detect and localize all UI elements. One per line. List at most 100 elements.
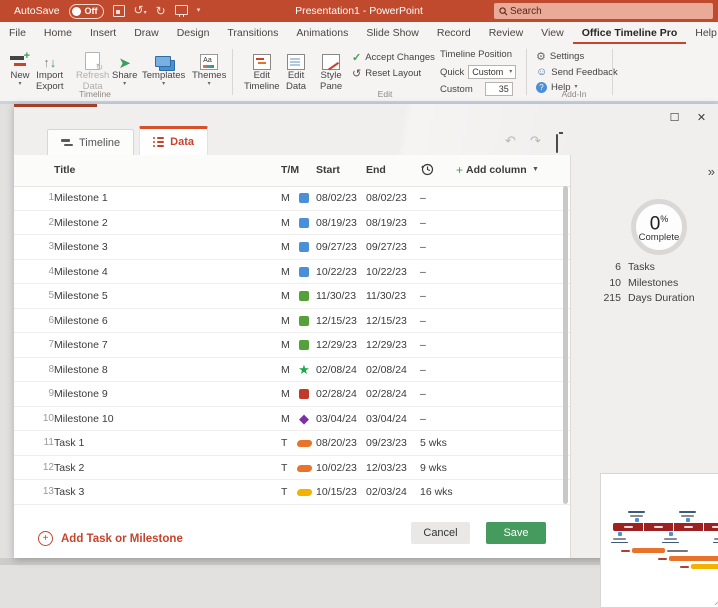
preview-milestone-marker xyxy=(635,518,639,522)
dialog-footer: + Add Task or Milestone Cancel Save xyxy=(14,515,570,558)
ribbon-tab-record[interactable]: Record xyxy=(428,23,480,44)
table-row[interactable]: 4Milestone 4M10/22/2310/22/23– xyxy=(14,260,570,285)
tab-data[interactable]: Data xyxy=(139,126,208,155)
ribbon-tab-transitions[interactable]: Transitions xyxy=(218,23,287,44)
autosave-toggle[interactable]: Off xyxy=(69,4,104,19)
themes-button[interactable]: Aa Themes▾ xyxy=(192,48,226,87)
save-icon[interactable] xyxy=(113,5,125,17)
clipboard-icon[interactable] xyxy=(556,134,558,153)
autosave-state: Off xyxy=(85,6,98,16)
row-type: M xyxy=(281,217,290,229)
table-row[interactable]: 8Milestone 8M★02/08/2402/08/24– xyxy=(14,358,570,383)
smiley-icon: ☺ xyxy=(536,66,547,78)
col-start[interactable]: Start xyxy=(316,164,340,176)
table-row[interactable]: 10Milestone 10M◆03/04/2403/04/24– xyxy=(14,407,570,432)
edit-timeline-button[interactable]: Edit Timeline xyxy=(244,48,280,92)
row-number: 4 xyxy=(14,266,54,277)
slideshow-icon[interactable] xyxy=(175,5,188,15)
templates-button[interactable]: Templates▾ xyxy=(142,48,185,87)
row-title: Milestone 9 xyxy=(54,388,108,400)
row-end-date: 09/23/23 xyxy=(366,437,407,449)
search-input[interactable]: Search xyxy=(494,3,713,19)
duration-column-icon[interactable] xyxy=(420,162,434,179)
preview-task-label xyxy=(658,558,667,560)
settings-button[interactable]: ⚙ Settings xyxy=(536,50,584,63)
table-row[interactable]: 2Milestone 2M08/19/2308/19/23– xyxy=(14,211,570,236)
ribbon-tab-insert[interactable]: Insert xyxy=(81,23,125,44)
table-row[interactable]: 6Milestone 6M12/15/2312/15/23– xyxy=(14,309,570,334)
ribbon-tab-slide-show[interactable]: Slide Show xyxy=(357,23,428,44)
row-start-date: 11/30/23 xyxy=(316,290,356,302)
preview-milestone-label xyxy=(679,511,696,513)
edit-timeline-icon xyxy=(253,54,271,70)
save-button[interactable]: Save xyxy=(486,522,546,544)
tab-timeline[interactable]: Timeline xyxy=(47,129,134,155)
ribbon-tab-animations[interactable]: Animations xyxy=(287,23,357,44)
timeline-preview-thumbnail[interactable] xyxy=(600,473,718,608)
dialog-undo-icon[interactable]: ↶ xyxy=(505,133,516,149)
stat-value: 6 xyxy=(571,261,628,273)
table-row[interactable]: 5Milestone 5M11/30/2311/30/23– xyxy=(14,284,570,309)
table-row[interactable]: 9Milestone 9M02/28/2402/28/24– xyxy=(14,382,570,407)
add-column-plus-icon[interactable]: + xyxy=(456,163,463,177)
table-row[interactable]: 7Milestone 7M12/29/2312/29/23– xyxy=(14,333,570,358)
ribbon-tab-design[interactable]: Design xyxy=(168,23,219,44)
add-column-chevron-icon[interactable]: ▼ xyxy=(532,166,539,173)
row-end-date: 10/22/23 xyxy=(366,266,407,278)
ribbon-tab-file[interactable]: File xyxy=(0,23,35,44)
ribbon-tab-help[interactable]: Help xyxy=(686,23,718,44)
close-icon[interactable]: ✕ xyxy=(694,110,709,125)
preview-task-bar xyxy=(632,548,665,553)
resize-grip-icon[interactable] xyxy=(713,595,718,605)
row-shape-icon: ◆ xyxy=(293,414,315,424)
edit-data-button[interactable]: Edit Data xyxy=(286,48,306,92)
style-pane-button[interactable]: Style Pane xyxy=(320,48,342,92)
reset-layout-button[interactable]: ↺ Reset Layout xyxy=(352,67,421,80)
dialog-header: ☐ ✕ Timeline Data ↶ ↷ xyxy=(14,104,718,155)
row-start-date: 12/29/23 xyxy=(316,339,357,351)
table-row[interactable]: 12Task 2T10/02/2312/03/239 wks xyxy=(14,456,570,481)
import-export-button[interactable]: ↑↓ Import Export xyxy=(36,48,63,92)
ribbon-tab-view[interactable]: View xyxy=(532,23,573,44)
row-start-date: 08/02/23 xyxy=(316,192,357,204)
accept-changes-button[interactable]: ✓ Accept Changes xyxy=(352,51,435,64)
send-feedback-button[interactable]: ☺ Send Feedback xyxy=(536,66,618,78)
ribbon-tab-draw[interactable]: Draw xyxy=(125,23,168,44)
quick-position-select[interactable]: Custom▾ xyxy=(468,65,516,79)
dialog-redo-icon[interactable]: ↷ xyxy=(530,133,541,149)
row-duration: – xyxy=(420,315,426,327)
table-row[interactable]: 11Task 1T08/20/2309/23/235 wks xyxy=(14,431,570,456)
row-number: 3 xyxy=(14,241,54,252)
row-title: Milestone 7 xyxy=(54,339,108,351)
stat-label: Tasks xyxy=(628,261,655,273)
share-button[interactable]: ➤ Share▾ xyxy=(112,48,137,87)
row-start-date: 10/22/23 xyxy=(316,266,357,278)
maximize-icon[interactable]: ☐ xyxy=(667,110,682,125)
ribbon-tab-home[interactable]: Home xyxy=(35,23,81,44)
collapse-panel-icon[interactable]: » xyxy=(708,164,712,179)
cancel-button[interactable]: Cancel xyxy=(411,522,470,544)
row-shape-icon xyxy=(293,267,315,280)
row-duration: – xyxy=(420,266,426,278)
qat-customize-icon[interactable]: ▾ xyxy=(197,5,201,17)
redo-icon[interactable]: ↻ xyxy=(156,5,166,17)
row-end-date: 12/29/23 xyxy=(366,339,407,351)
undo-icon[interactable]: ↺▾ xyxy=(134,4,147,19)
table-row[interactable]: 1Milestone 1M08/02/2308/02/23– xyxy=(14,186,570,211)
add-task-or-milestone-button[interactable]: + Add Task or Milestone xyxy=(38,531,183,546)
table-scrollbar[interactable] xyxy=(563,186,568,504)
table-row[interactable]: 13Task 3T10/15/2302/03/2416 wks xyxy=(14,480,570,505)
addin-group-label: Add-In xyxy=(536,89,612,99)
col-tm[interactable]: T/M xyxy=(281,164,299,176)
col-title[interactable]: Title xyxy=(54,164,75,176)
ribbon-tab-office-timeline-pro[interactable]: Office Timeline Pro xyxy=(573,23,687,44)
row-end-date: 08/02/23 xyxy=(366,192,407,204)
add-column-button[interactable]: Add column xyxy=(466,164,527,176)
table-row[interactable]: 3Milestone 3M09/27/2309/27/23– xyxy=(14,235,570,260)
new-button[interactable]: + New▾ xyxy=(10,48,30,87)
row-title: Task 3 xyxy=(54,486,84,498)
stat-row: 6Tasks xyxy=(571,261,718,273)
row-end-date: 09/27/23 xyxy=(366,241,407,253)
col-end[interactable]: End xyxy=(366,164,386,176)
ribbon-tab-review[interactable]: Review xyxy=(480,23,532,44)
